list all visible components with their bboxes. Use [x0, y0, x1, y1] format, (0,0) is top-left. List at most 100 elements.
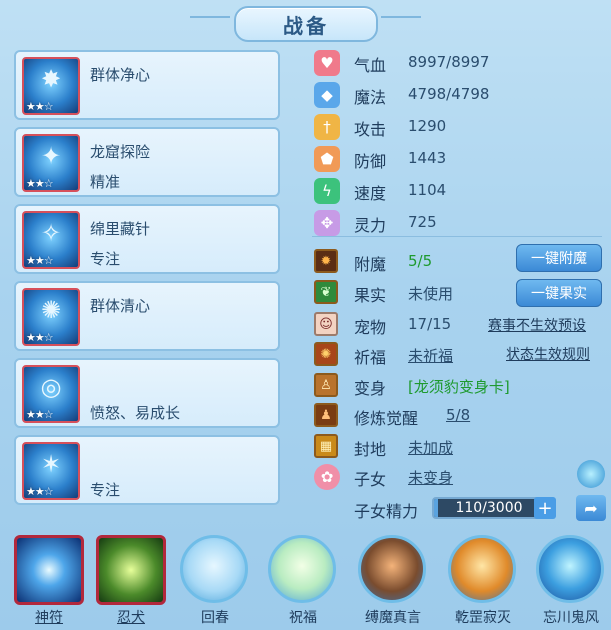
- row-zinv: ✿ 子女 未变身: [312, 462, 611, 492]
- skill-icon: ✧ ★★☆: [22, 211, 80, 269]
- status-rules-link[interactable]: 状态生效规则: [506, 344, 590, 364]
- bottom-label: 缚魔真言: [365, 610, 421, 626]
- skill-name: 绵里藏针: [90, 220, 151, 238]
- stat-label: 气血: [354, 56, 387, 75]
- stat-label: 附魔: [354, 255, 387, 274]
- skill-icon: ✸ ★★☆: [22, 57, 80, 115]
- skill-card-3[interactable]: ✧ ★★☆ 绵里藏针 专注: [14, 204, 280, 274]
- stat-label: 封地: [354, 440, 387, 459]
- skill-glyph-icon: ✧: [40, 219, 62, 247]
- stat-label: 祈福: [354, 348, 387, 367]
- stat-label: 灵力: [354, 216, 387, 235]
- bottom-item-wangchuan[interactable]: 忘川鬼风: [534, 535, 608, 629]
- skill-desc: 专注: [90, 250, 121, 268]
- title-ornament-left: [190, 16, 230, 18]
- title-ornament-right: [381, 16, 421, 18]
- skill-icon: ✺ ★★☆: [22, 288, 80, 346]
- stat-label: 攻击: [354, 120, 387, 139]
- skill-card-2[interactable]: ✦ ★★☆ 龙窟探险 精准: [14, 127, 280, 197]
- skill-card-5[interactable]: ◎ ★★☆ 愤怒、易成长: [14, 358, 280, 428]
- divider: [312, 236, 602, 237]
- skill-glyph-icon: ✦: [40, 142, 62, 170]
- ghost-wind-icon: [536, 535, 604, 603]
- skill-icon: ✦ ★★☆: [22, 134, 80, 192]
- stat-label: 子女: [354, 470, 387, 489]
- shield-icon: ⬟: [314, 146, 340, 172]
- blessing-orb-icon: [268, 535, 336, 603]
- bottom-label: 乾罡寂灭: [455, 610, 511, 626]
- add-energy-button[interactable]: +: [534, 497, 556, 519]
- bottom-label: 祝福: [289, 610, 317, 626]
- star-rating: ★★☆: [26, 408, 54, 421]
- zinv-value[interactable]: 未变身: [408, 467, 453, 488]
- fumo-value: 5/5: [408, 252, 433, 270]
- pet-avatar-icon: ☺: [314, 312, 338, 336]
- row-xiulian: ♟ 修炼觉醒 5/8: [312, 401, 611, 431]
- one-click-enchant-button[interactable]: 一键附魔: [516, 244, 602, 272]
- guoshi-value: 未使用: [408, 285, 454, 303]
- pet-value: 17/15: [408, 315, 452, 333]
- row-fengdi: ▦ 封地 未加成: [312, 432, 611, 462]
- bottom-label: 神符: [35, 610, 63, 626]
- bottom-item-qiangang[interactable]: 乾罡寂灭: [446, 535, 520, 629]
- skill-glyph-icon: ✸: [40, 65, 62, 93]
- one-click-fruit-button[interactable]: 一键果实: [516, 279, 602, 307]
- star-rating: ★★☆: [26, 177, 54, 190]
- skill-icon: ◎ ★★☆: [22, 365, 80, 423]
- row-bianshen: ♙ 变身 [龙须豹变身卡]: [312, 371, 611, 401]
- rejuvenate-icon: [180, 535, 248, 603]
- bianshen-value[interactable]: [龙须豹变身卡]: [408, 376, 510, 397]
- share-icon[interactable]: ➦: [576, 495, 606, 521]
- bottom-item-renquan[interactable]: 忍犬: [96, 535, 170, 629]
- refresh-orb-icon[interactable]: [577, 460, 605, 488]
- bottom-item-fumo-zhenyan[interactable]: 缚魔真言: [356, 535, 430, 629]
- binding-demon-icon: [358, 535, 426, 603]
- stat-value: 1290: [408, 117, 447, 135]
- stat-attack: † 攻击 1290: [312, 112, 611, 142]
- star-rating: ★★☆: [26, 254, 54, 267]
- skill-glyph-icon: ✺: [40, 296, 62, 324]
- skill-desc: 愤怒、易成长: [90, 404, 181, 422]
- cultivation-icon: ♟: [314, 403, 338, 427]
- child-icon: ✿: [314, 464, 340, 490]
- stat-label: 子女精力: [354, 502, 419, 521]
- skill-card-4[interactable]: ✺ ★★☆ 群体清心: [14, 281, 280, 351]
- bottom-label: 回春: [201, 610, 229, 626]
- stat-value: 1443: [408, 149, 447, 167]
- enchant-icon: ✹: [314, 249, 338, 273]
- skill-glyph-icon: ✶: [40, 450, 62, 478]
- wolf-dog-icon: [96, 535, 166, 605]
- annihilation-icon: [448, 535, 516, 603]
- skill-icon: ✶ ★★☆: [22, 442, 80, 500]
- qifu-value[interactable]: 未祈福: [408, 345, 453, 366]
- stat-label: 速度: [354, 184, 387, 203]
- stat-hp: ♥ 气血 8997/8997: [312, 48, 611, 78]
- heart-icon: ♥: [314, 50, 340, 76]
- xiulian-value[interactable]: 5/8: [446, 406, 470, 424]
- stat-spirit: ✥ 灵力 725: [312, 208, 611, 238]
- stat-value: 4798/4798: [408, 85, 490, 103]
- stat-value: 1104: [408, 181, 447, 199]
- stat-value: 725: [408, 213, 437, 231]
- diamond-icon: ✥: [314, 210, 340, 236]
- tournament-preset-link[interactable]: 赛事不生效预设: [488, 315, 586, 335]
- lightning-icon: ϟ: [314, 178, 340, 204]
- stat-defense: ⬟ 防御 1443: [312, 144, 611, 174]
- stat-speed: ϟ 速度 1104: [312, 176, 611, 206]
- bottom-item-huichun[interactable]: 回春: [178, 535, 252, 629]
- stat-label: 变身: [354, 379, 387, 398]
- stat-label: 魔法: [354, 88, 387, 107]
- skill-name: 群体净心: [90, 66, 151, 84]
- star-rating: ★★☆: [26, 331, 54, 344]
- bottom-item-zhufu[interactable]: 祝福: [266, 535, 340, 629]
- stat-label: 防御: [354, 152, 387, 171]
- stat-mp: ◆ 魔法 4798/4798: [312, 80, 611, 110]
- fengdi-value[interactable]: 未加成: [408, 437, 453, 458]
- skill-name: 龙窟探险: [90, 143, 151, 161]
- bottom-item-shenfu[interactable]: 神符: [14, 535, 88, 629]
- skill-card-1[interactable]: ✸ ★★☆ 群体净心: [14, 50, 280, 120]
- blessing-icon: ✺: [314, 342, 338, 366]
- skill-desc: 精准: [90, 173, 121, 191]
- skill-card-6[interactable]: ✶ ★★☆ 专注: [14, 435, 280, 505]
- leaf-icon: ❦: [314, 280, 338, 304]
